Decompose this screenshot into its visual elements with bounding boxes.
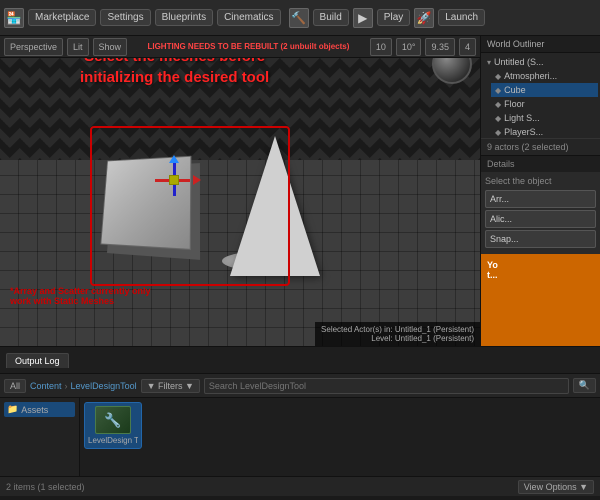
- cb-bread-tool[interactable]: LevelDesignTool: [71, 381, 137, 391]
- cb-view-options-btn[interactable]: View Options ▼: [518, 480, 594, 494]
- tree-floor-label: Floor: [504, 99, 525, 109]
- cb-assets-label: Assets: [21, 405, 48, 415]
- settings-button[interactable]: Settings: [100, 9, 150, 26]
- transform-gizmo[interactable]: [155, 161, 195, 201]
- gizmo-arrow-up: [169, 155, 179, 163]
- output-log-bar: Output Log: [0, 346, 600, 374]
- main-area: Perspective Lit Show LIGHTING NEEDS TO B…: [0, 36, 600, 346]
- cb-footer: 2 items (1 selected) View Options ▼: [0, 476, 600, 496]
- tree-atm-icon: ◆: [495, 72, 501, 81]
- tree-item-floor[interactable]: ◆ Floor: [491, 97, 598, 111]
- marketplace-button[interactable]: Marketplace: [28, 9, 96, 26]
- perspective-btn[interactable]: Perspective: [4, 38, 63, 56]
- cb-search-input[interactable]: [204, 378, 569, 394]
- blueprints-button[interactable]: Blueprints: [155, 9, 213, 26]
- cb-asset-leveldesign[interactable]: 🔧 LevelDesign Tools: [84, 402, 142, 449]
- cb-breadcrumb: Content › LevelDesignTool: [30, 381, 137, 391]
- tree-atm-label: Atmospheri...: [504, 71, 557, 81]
- tree-item-atmospheric[interactable]: ◆ Atmospheri...: [491, 69, 598, 83]
- cb-toolbar: All Content › LevelDesignTool ▼ Filters …: [0, 374, 600, 398]
- cb-sidebar: 📁 Assets: [0, 398, 80, 476]
- toolbar-group-play: 🔨 Build ▶ Play 🚀 Launch: [289, 8, 486, 28]
- content-browser: All Content › LevelDesignTool ▼ Filters …: [0, 374, 600, 496]
- gizmo-center: [169, 175, 179, 185]
- tree-floor-icon: ◆: [495, 100, 501, 109]
- details-header: Details: [481, 156, 600, 172]
- angle-btn[interactable]: 10°: [396, 38, 422, 56]
- viewport[interactable]: Perspective Lit Show LIGHTING NEEDS TO B…: [0, 36, 480, 346]
- tree-player-label: PlayerS...: [504, 127, 543, 137]
- static-mesh-text: *Array and Scatter currently only work w…: [10, 286, 151, 306]
- play-icon[interactable]: ▶: [353, 8, 373, 28]
- lighting-warning: LIGHTING NEEDS TO BE REBUILT (2 unbuilt …: [131, 42, 366, 51]
- orange-panel: Yo t...: [481, 254, 600, 347]
- grid-10-btn[interactable]: 10: [370, 38, 392, 56]
- cb-asset-label-leveldesign: LevelDesign Tools: [88, 436, 138, 445]
- toolbar-group-left: 🏪 Marketplace Settings Blueprints Cinema…: [4, 8, 281, 28]
- tree-expand-icon: ▾: [487, 58, 491, 67]
- tree-root-label: Untitled (S...: [494, 57, 544, 67]
- arr-button[interactable]: Arr...: [485, 190, 596, 208]
- tree-item-player[interactable]: ◆ PlayerS...: [491, 125, 598, 138]
- right-panel: World Outliner ▾ Untitled (S... ◆ Atmosp…: [480, 36, 600, 346]
- cb-main: 📁 Assets 🔧 LevelDesign Tools: [0, 398, 600, 476]
- cb-filters-button[interactable]: ▼ Filters ▼: [141, 379, 200, 393]
- tree-cube-icon: ◆: [495, 86, 501, 95]
- actor-info: Selected Actor(s) in: Untitled_1 (Persis…: [315, 322, 480, 346]
- launch-button[interactable]: Launch: [438, 9, 485, 26]
- launch-icon[interactable]: 🚀: [414, 8, 434, 28]
- viewport-toolbar: Perspective Lit Show LIGHTING NEEDS TO B…: [0, 36, 480, 58]
- show-btn[interactable]: Show: [93, 38, 128, 56]
- details-prompt: Select the object: [485, 176, 596, 186]
- cb-bread-sep1: ›: [65, 381, 68, 391]
- cb-assets-icon: 📁: [7, 404, 18, 415]
- tree-light-label: Light S...: [504, 113, 540, 123]
- scale-btn[interactable]: 9.35: [425, 38, 455, 56]
- gizmo-arrow-right: [193, 175, 201, 185]
- build-icon[interactable]: 🔨: [289, 8, 309, 28]
- cinematics-button[interactable]: Cinematics: [217, 9, 280, 26]
- snap-button[interactable]: Snap...: [485, 230, 596, 248]
- selection-box: [90, 126, 290, 286]
- details-section: Details Select the object Arr... Alic...…: [481, 155, 600, 254]
- tree-player-icon: ◆: [495, 128, 501, 137]
- top-toolbar: 🏪 Marketplace Settings Blueprints Cinema…: [0, 0, 600, 36]
- details-body: Select the object Arr... Alic... Snap...: [481, 172, 600, 254]
- output-log-tab[interactable]: Output Log: [6, 353, 69, 368]
- cb-item-count: 2 items (1 selected): [6, 482, 85, 492]
- scene-tree: ▾ Untitled (S... ◆ Atmospheri... ◆ Cube …: [481, 53, 600, 138]
- tree-cube-label: Cube: [504, 85, 526, 95]
- cb-asset-icon-leveldesign: 🔧: [95, 406, 131, 434]
- cb-all-button[interactable]: All: [4, 379, 26, 393]
- camera-btn[interactable]: 4: [459, 38, 476, 56]
- cb-sidebar-assets[interactable]: 📁 Assets: [4, 402, 75, 417]
- cb-bread-content[interactable]: Content: [30, 381, 62, 391]
- cb-content-area: 🔧 LevelDesign Tools: [80, 398, 600, 476]
- marketplace-icon[interactable]: 🏪: [4, 8, 24, 28]
- tree-item-cube[interactable]: ◆ Cube: [491, 83, 598, 97]
- cb-search-btn[interactable]: 🔍: [573, 378, 596, 393]
- tree-light-icon: ◆: [495, 114, 501, 123]
- alic-button[interactable]: Alic...: [485, 210, 596, 228]
- build-button[interactable]: Build: [313, 9, 349, 26]
- play-button[interactable]: Play: [377, 9, 410, 26]
- world-outliner-header: World Outliner: [481, 36, 600, 53]
- tree-item-root[interactable]: ▾ Untitled (S...: [483, 55, 598, 69]
- actors-count: 9 actors (2 selected): [481, 138, 600, 155]
- lit-btn[interactable]: Lit: [67, 38, 89, 56]
- tree-item-lightS[interactable]: ◆ Light S...: [491, 111, 598, 125]
